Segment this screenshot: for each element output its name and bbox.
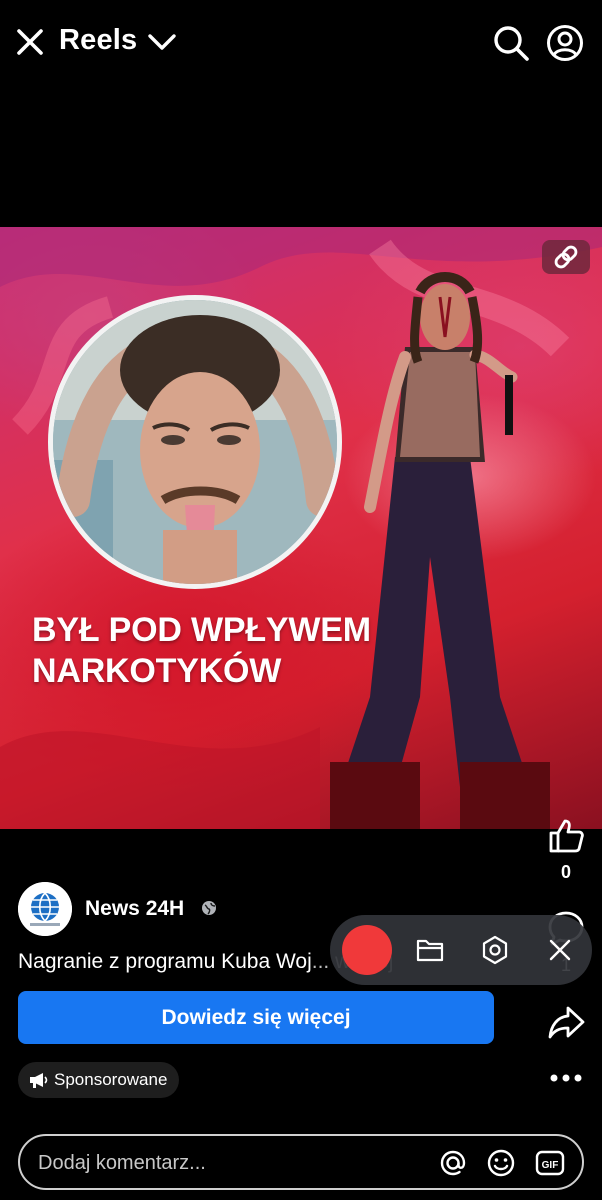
search-icon[interactable]	[492, 24, 530, 62]
settings-icon[interactable]	[480, 935, 510, 965]
like-count: 0	[560, 862, 571, 882]
profile-icon[interactable]	[546, 24, 584, 62]
thumbs-up-icon[interactable]	[546, 816, 586, 856]
at-icon[interactable]	[438, 1148, 468, 1178]
more-icon[interactable]	[549, 1068, 583, 1088]
screen-recorder-toolbar[interactable]	[330, 915, 592, 985]
learn-more-button[interactable]: Dowiedz się więcej	[18, 991, 494, 1044]
link-icon	[554, 245, 578, 269]
gif-icon[interactable]: GIF	[534, 1148, 566, 1178]
sponsored-label: Sponsorowane	[54, 1070, 168, 1089]
caption-text: Nagranie z programu Kuba Woj	[18, 950, 312, 973]
inset-portrait	[53, 300, 337, 584]
headline-line-2: NARKOTYKÓW	[32, 652, 282, 690]
inset-photo	[48, 295, 342, 589]
author-name[interactable]: News 24H	[85, 897, 184, 921]
reel-media[interactable]: BYŁ POD WPŁYWEM NARKOTYKÓW	[0, 227, 602, 829]
globe-icon	[202, 901, 216, 915]
comment-box[interactable]: GIF	[18, 1134, 584, 1190]
close-icon[interactable]	[548, 938, 572, 962]
close-icon[interactable]	[14, 26, 46, 58]
author-avatar[interactable]	[18, 882, 72, 936]
reels-title[interactable]: Reels	[59, 24, 137, 57]
svg-text:GIF: GIF	[542, 1160, 559, 1171]
record-icon[interactable]	[342, 925, 392, 975]
comment-input[interactable]	[38, 1152, 418, 1175]
emoji-icon[interactable]	[486, 1148, 516, 1178]
media-headline: BYŁ POD WPŁYWEM NARKOTYKÓW	[32, 610, 432, 692]
headline-line-1: BYŁ POD WPŁYWEM	[32, 611, 371, 649]
share-icon[interactable]	[546, 1002, 586, 1042]
performer-figure	[330, 272, 550, 829]
chevron-down-icon[interactable]	[146, 30, 178, 56]
link-badge[interactable]	[542, 240, 590, 274]
sponsored-badge[interactable]: Sponsorowane	[18, 1062, 180, 1098]
megaphone-icon	[30, 1073, 48, 1088]
folder-icon[interactable]	[416, 937, 444, 963]
globe-logo-icon	[18, 882, 72, 936]
top-bar: Reels	[0, 0, 602, 88]
